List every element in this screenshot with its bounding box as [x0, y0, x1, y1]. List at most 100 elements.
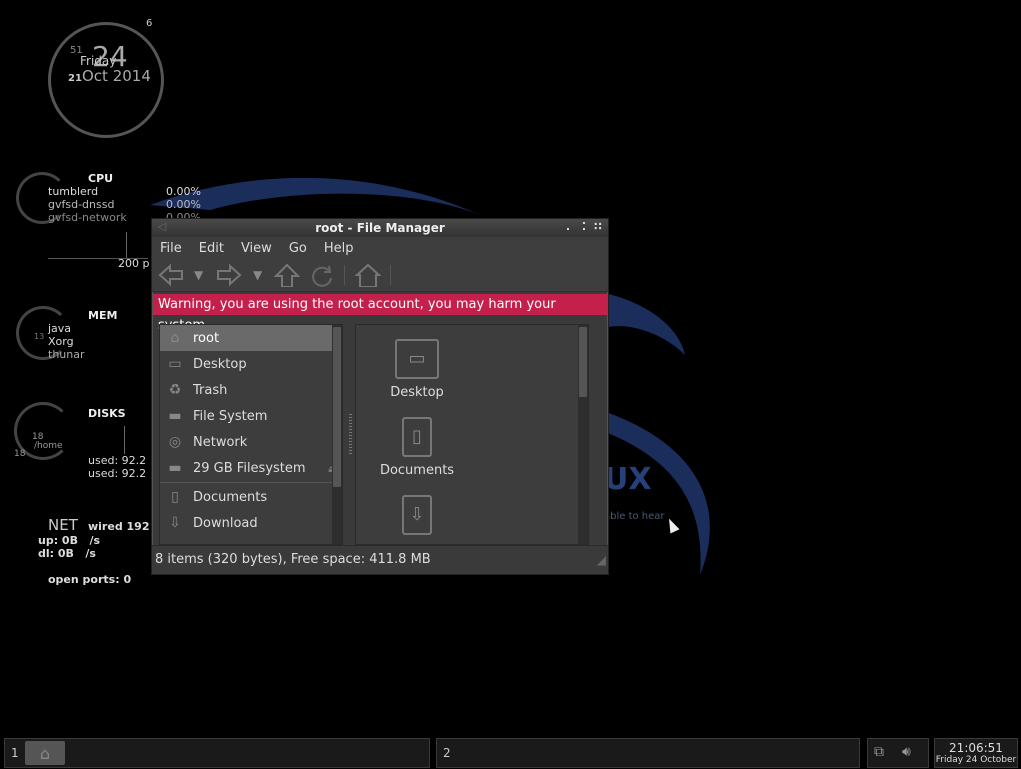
maximize-button[interactable]: ⁚: [578, 219, 590, 237]
sidebar-item-label: Download: [193, 515, 258, 531]
clock-weekday: Friday: [80, 54, 117, 68]
icon-view-scrollbar-thumb[interactable]: [579, 327, 587, 397]
drive-icon: ▬: [168, 408, 182, 424]
clock-tick-label: 21: [68, 73, 82, 84]
forward-history-dropdown-icon[interactable]: ▼: [253, 263, 262, 287]
task-button-file-manager[interactable]: ⌂: [25, 741, 65, 765]
desktop-icon: ▭: [168, 356, 182, 372]
home-icon[interactable]: [355, 263, 381, 287]
disks-label: DISKS: [88, 407, 126, 420]
menu-view[interactable]: View: [233, 241, 281, 256]
clock-tick-label: 6: [146, 18, 153, 29]
toolbar: ▼ ▼: [152, 259, 608, 292]
back-arrow-icon[interactable]: [158, 263, 184, 287]
document-icon: ▯: [171, 489, 179, 505]
cpu-process-value: 0.00%: [166, 185, 201, 198]
up-arrow-icon[interactable]: [274, 263, 300, 287]
window-titlebar[interactable]: ◁ root - File Manager . ⁚ ∷: [152, 219, 608, 237]
mem-process: Xorg: [48, 335, 74, 348]
minimize-button[interactable]: .: [562, 219, 574, 237]
icon-view-scrollbar[interactable]: [578, 325, 588, 544]
file-item-label: Documents: [379, 463, 455, 478]
net-open-ports: open ports: 0: [48, 573, 132, 586]
sidebar-item-documents[interactable]: ▯ Documents: [160, 484, 342, 510]
sidebar-item-network[interactable]: ◎ Network: [160, 429, 342, 455]
window-menu-icon[interactable]: ◁: [156, 219, 168, 237]
sidebar-item-desktop[interactable]: ▭ Desktop: [160, 351, 342, 377]
menu-edit[interactable]: Edit: [191, 241, 233, 256]
cpu-process-value: 0.00%: [166, 198, 201, 211]
net-iface: wired 192: [88, 520, 150, 533]
sidebar-item-download[interactable]: ⇩ Download: [160, 510, 342, 536]
file-item-download[interactable]: ⇩: [362, 495, 472, 541]
window-title: root - File Manager: [315, 221, 445, 235]
file-icon-view: ▭ Desktop ▯ Documents ⇩: [355, 324, 589, 545]
sidebar-scrollbar-thumb[interactable]: [333, 327, 341, 487]
conky-disks: DISKS 18 18 /home used: 92.2 used: 92.2: [14, 402, 164, 482]
workspace-number: 1: [11, 746, 19, 760]
sidebar-item-label: Desktop: [193, 356, 247, 372]
close-button[interactable]: ∷: [592, 219, 604, 237]
menu-file[interactable]: File: [152, 241, 191, 256]
network-manager-icon[interactable]: ⧉: [874, 744, 884, 760]
system-tray: ⧉ 🔊︎: [867, 738, 929, 768]
back-history-dropdown-icon[interactable]: ▼: [194, 263, 203, 287]
sidebar-divider: [160, 482, 342, 483]
desktop-folder-icon: ▭: [395, 339, 439, 379]
mem-process: java: [48, 322, 72, 335]
drive-icon: ▬: [168, 460, 182, 476]
conky-clock: 24 Friday Oct 2014 51 21 6: [48, 18, 168, 138]
file-item-label: Desktop: [390, 385, 444, 400]
sidebar-item-label: Network: [193, 434, 248, 450]
wallpaper-tagline: able to hear: [604, 511, 665, 522]
status-bar: 8 items (320 bytes), Free space: 411.8 M…: [152, 545, 608, 574]
sidebar-item-label: Trash: [193, 382, 228, 398]
panel-clock[interactable]: 21:06:51 Friday 24 October: [934, 738, 1018, 768]
sidebar-item-trash[interactable]: ♻ Trash: [160, 377, 342, 403]
sidebar-pane: ⌂ root ▭ Desktop ♻ Trash ▬ File System ◎…: [159, 324, 343, 545]
disks-used: used: 92.2: [88, 454, 147, 467]
sidebar-item-29gb-filesystem[interactable]: ▬ 29 GB Filesystem ⏏: [160, 455, 342, 481]
network-icon: ◎: [168, 434, 182, 450]
pane-splitter[interactable]: [349, 414, 352, 454]
sidebar-item-label: root: [193, 330, 220, 346]
toolbar-separator: [344, 265, 345, 285]
volume-icon[interactable]: 🔊︎: [902, 744, 911, 760]
mem-process: thunar: [48, 348, 85, 361]
wallpaper-logo: UX: [604, 462, 652, 497]
home-icon: ⌂: [170, 330, 180, 346]
net-dl: dl: 0B /s: [38, 547, 96, 560]
download-icon: ⇩: [169, 515, 181, 531]
root-warning-banner: Warning, you are using the root account,…: [153, 294, 607, 333]
workspace-1-tasklist[interactable]: 1 ⌂: [4, 738, 430, 768]
sidebar-item-file-system[interactable]: ▬ File System: [160, 403, 342, 429]
sidebar-item-root[interactable]: ⌂ root: [160, 325, 342, 351]
disks-ring-value: 18: [14, 449, 26, 459]
disks-used: used: 92.2: [88, 467, 147, 480]
forward-arrow-icon[interactable]: [216, 263, 242, 287]
sidebar-scrollbar[interactable]: [332, 325, 342, 544]
menu-help[interactable]: Help: [316, 241, 363, 256]
file-manager-window: ◁ root - File Manager . ⁚ ∷ File Edit Vi…: [151, 218, 609, 575]
cpu-label: CPU: [88, 172, 114, 185]
mem-label: MEM: [88, 309, 118, 322]
sidebar-item-label: Documents: [193, 489, 268, 505]
clock-month-year: Oct 2014: [82, 67, 151, 85]
conky-mem: MEM 13 java Xorg thunar: [16, 306, 156, 366]
documents-folder-icon: ▯: [402, 417, 432, 457]
sidebar-item-label: File System: [193, 408, 268, 424]
workspace-2-tasklist[interactable]: 2: [436, 738, 860, 768]
file-item-documents[interactable]: ▯ Documents: [362, 417, 472, 478]
reload-icon[interactable]: [309, 263, 335, 287]
resize-grip-icon[interactable]: ◢: [597, 546, 606, 574]
status-text: 8 items (320 bytes), Free space: 411.8 M…: [155, 552, 431, 567]
menu-go[interactable]: Go: [281, 241, 316, 256]
file-item-desktop[interactable]: ▭ Desktop: [362, 339, 472, 400]
workspace-number: 2: [443, 746, 451, 760]
download-folder-icon: ⇩: [402, 495, 432, 535]
home-folder-icon: ⌂: [39, 743, 51, 763]
menubar: File Edit View Go Help: [152, 237, 608, 259]
disks-mount: /home: [34, 441, 63, 451]
net-label: NET: [48, 516, 78, 534]
cpu-graph-label: 200 p: [118, 257, 150, 270]
